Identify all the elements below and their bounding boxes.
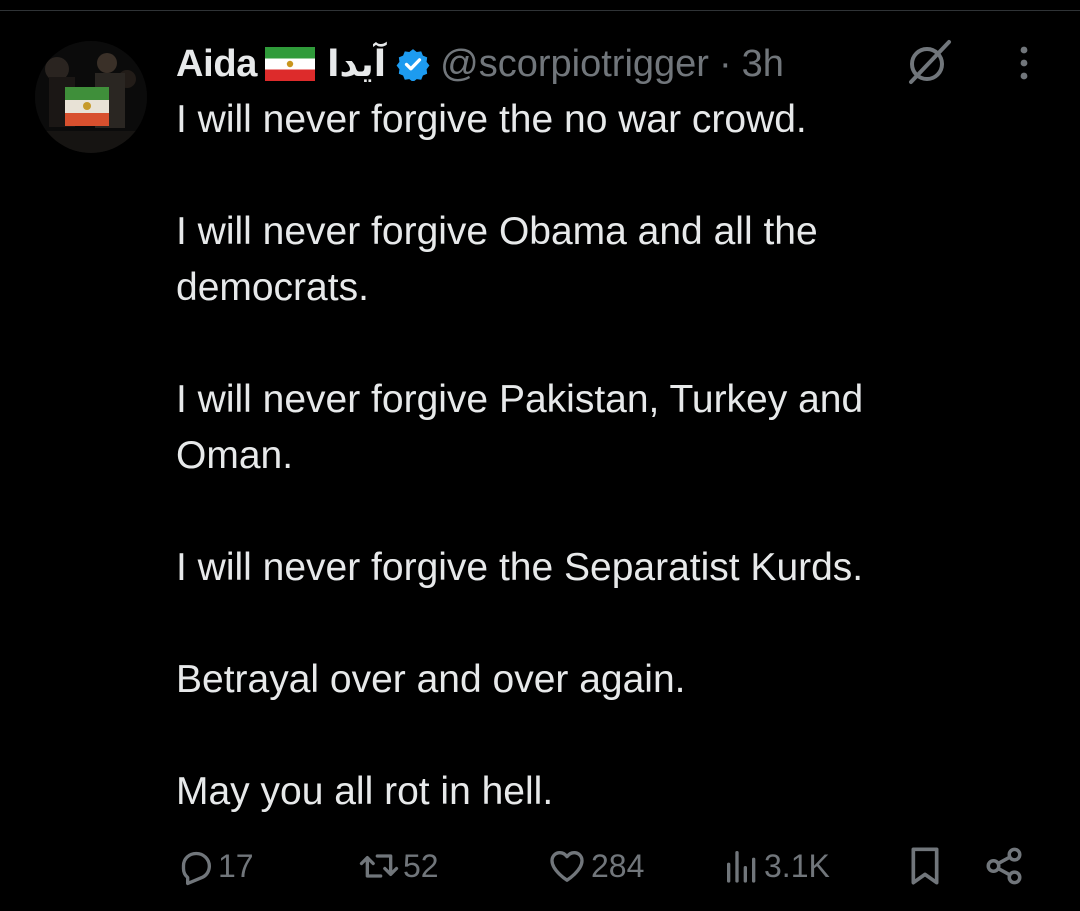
views-count: 3.1K [764,847,830,884]
handle[interactable]: @scorpiotrigger [440,43,709,86]
timestamp[interactable]: 3h [742,43,784,86]
reply-icon [176,846,216,886]
like-button[interactable]: 284 [545,838,644,894]
grok-icon[interactable] [903,36,955,88]
reply-button[interactable]: 17 [176,838,254,894]
avatar[interactable] [35,41,147,153]
share-icon [983,845,1025,887]
reply-count: 17 [218,847,254,884]
views-icon [722,846,762,886]
views-button[interactable]: 3.1K [722,838,830,894]
alt-display-name: آیدا [327,43,387,84]
more-options-icon[interactable] [1006,40,1042,86]
display-name[interactable]: Aida [176,43,257,86]
iran-lion-and-sun-flag-icon [265,47,316,81]
meta-separator: · [718,42,732,85]
tweet-header: Aida آیدا @scorpiotrigger · 3h [176,36,784,92]
share-button[interactable] [983,838,1025,894]
verified-badge-icon [396,47,430,82]
like-count: 284 [591,847,645,884]
action-bar: 17 52 284 3.1K [0,838,1080,894]
repost-icon [357,846,401,886]
top-divider [0,10,1080,11]
repost-count: 52 [403,847,439,884]
bookmark-icon [905,844,945,888]
heart-icon [545,846,589,886]
tweet-text: I will never forgive the no war crowd. I… [176,98,864,813]
bookmark-button[interactable] [905,838,945,894]
repost-button[interactable]: 52 [357,838,439,894]
